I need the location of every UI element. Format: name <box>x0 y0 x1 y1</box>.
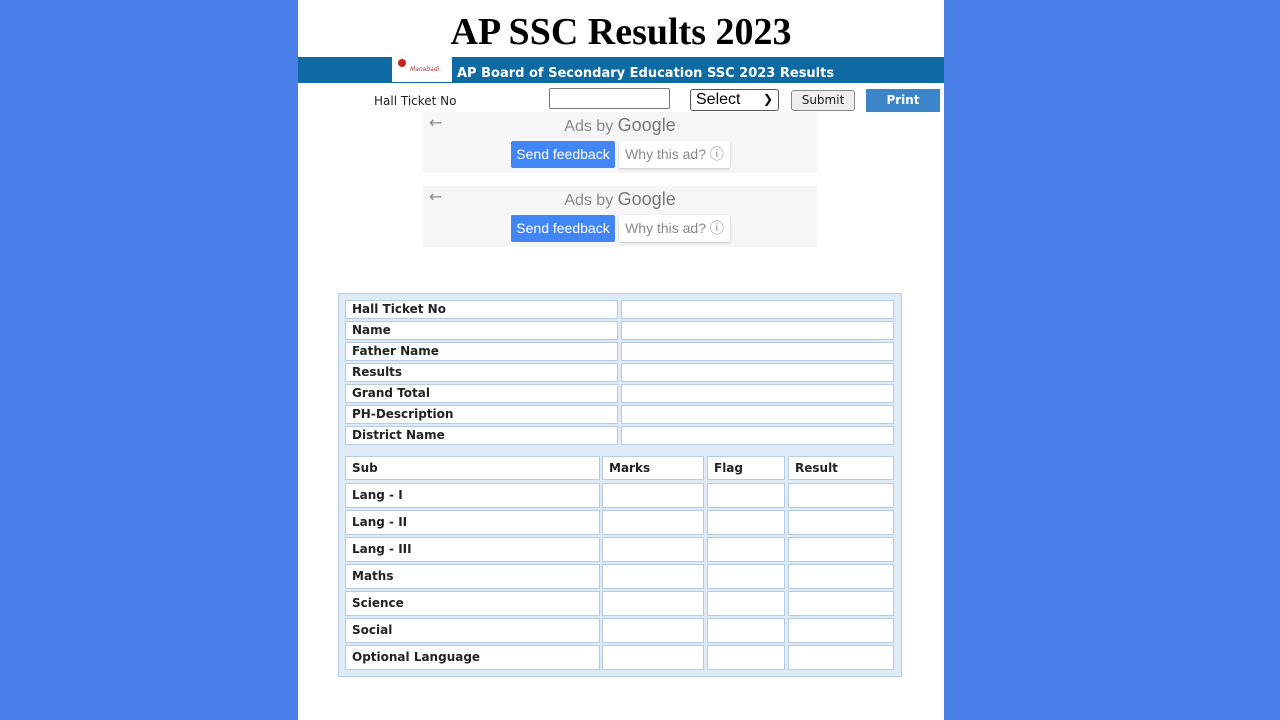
table-header: Result <box>788 456 894 480</box>
info-value <box>621 405 894 424</box>
page-title: AP SSC Results 2023 <box>450 11 792 53</box>
table-cell <box>602 618 704 643</box>
table-cell <box>707 618 785 643</box>
print-button[interactable]: Print <box>866 89 940 112</box>
info-label: Hall Ticket No <box>345 300 618 319</box>
subject-cell: Lang - III <box>345 537 600 562</box>
ads-by-google: Ads by Google <box>564 115 676 135</box>
info-value <box>621 363 894 382</box>
hall-ticket-input[interactable] <box>549 88 670 109</box>
table-cell <box>788 618 894 643</box>
table-cell <box>788 645 894 670</box>
subject-cell: Maths <box>345 564 600 589</box>
table-cell <box>788 564 894 589</box>
ad-block: ← Ads by Google Send feedback Why this a… <box>423 112 817 173</box>
table-cell <box>602 537 704 562</box>
table-cell <box>707 483 785 508</box>
subject-cell: Social <box>345 618 600 643</box>
table-cell <box>788 510 894 535</box>
table-cell <box>602 510 704 535</box>
select-value: Select <box>696 91 741 108</box>
send-feedback-button[interactable]: Send feedback <box>511 215 615 242</box>
subject-cell: Optional Language <box>345 645 600 670</box>
table-cell <box>788 537 894 562</box>
header-banner: Manabadi AP Board of Secondary Education… <box>298 57 944 83</box>
exam-select[interactable]: Select ❯ <box>690 89 779 111</box>
results-page: AP SSC Results 2023 Manabadi AP Board of… <box>298 0 944 720</box>
table-header: Sub <box>345 456 600 480</box>
why-this-ad-button[interactable]: Why this ad? ⓘ <box>619 215 730 242</box>
subject-cell: Science <box>345 591 600 616</box>
subject-cell: Lang - II <box>345 510 600 535</box>
info-label: District Name <box>345 426 618 445</box>
site-logo-icon: Manabadi <box>392 57 452 82</box>
table-cell <box>707 537 785 562</box>
info-label: Results <box>345 363 618 382</box>
info-value <box>621 321 894 340</box>
info-value <box>621 426 894 445</box>
chevron-down-icon: ❯ <box>762 92 773 106</box>
info-icon: ⓘ <box>709 220 724 236</box>
why-this-ad-button[interactable]: Why this ad? ⓘ <box>619 141 730 168</box>
table-cell <box>602 645 704 670</box>
table-header: Flag <box>707 456 785 480</box>
info-label: Father Name <box>345 342 618 361</box>
results-panel: Hall Ticket No Name Father Name Results Gran… <box>338 293 902 677</box>
table-cell <box>602 483 704 508</box>
info-label: PH-Description <box>345 405 618 424</box>
table-cell <box>602 564 704 589</box>
ads-by-google: Ads by Google <box>564 189 676 209</box>
table-cell <box>707 645 785 670</box>
info-value <box>621 384 894 403</box>
info-label: Grand Total <box>345 384 618 403</box>
info-label: Name <box>345 321 618 340</box>
table-header: Marks <box>602 456 704 480</box>
subject-cell: Lang - I <box>345 483 600 508</box>
table-cell <box>707 510 785 535</box>
table-cell <box>788 591 894 616</box>
ad-block: ← Ads by Google Send feedback Why this a… <box>423 186 817 247</box>
hall-ticket-label: Hall Ticket No <box>374 94 457 108</box>
table-cell <box>707 591 785 616</box>
table-cell <box>602 591 704 616</box>
info-icon: ⓘ <box>709 146 724 162</box>
submit-button[interactable]: Submit <box>791 90 855 111</box>
info-value <box>621 342 894 361</box>
info-value <box>621 300 894 319</box>
banner-title: AP Board of Secondary Education SSC 2023… <box>457 66 835 81</box>
send-feedback-button[interactable]: Send feedback <box>511 141 615 168</box>
table-cell <box>707 564 785 589</box>
table-cell <box>788 483 894 508</box>
